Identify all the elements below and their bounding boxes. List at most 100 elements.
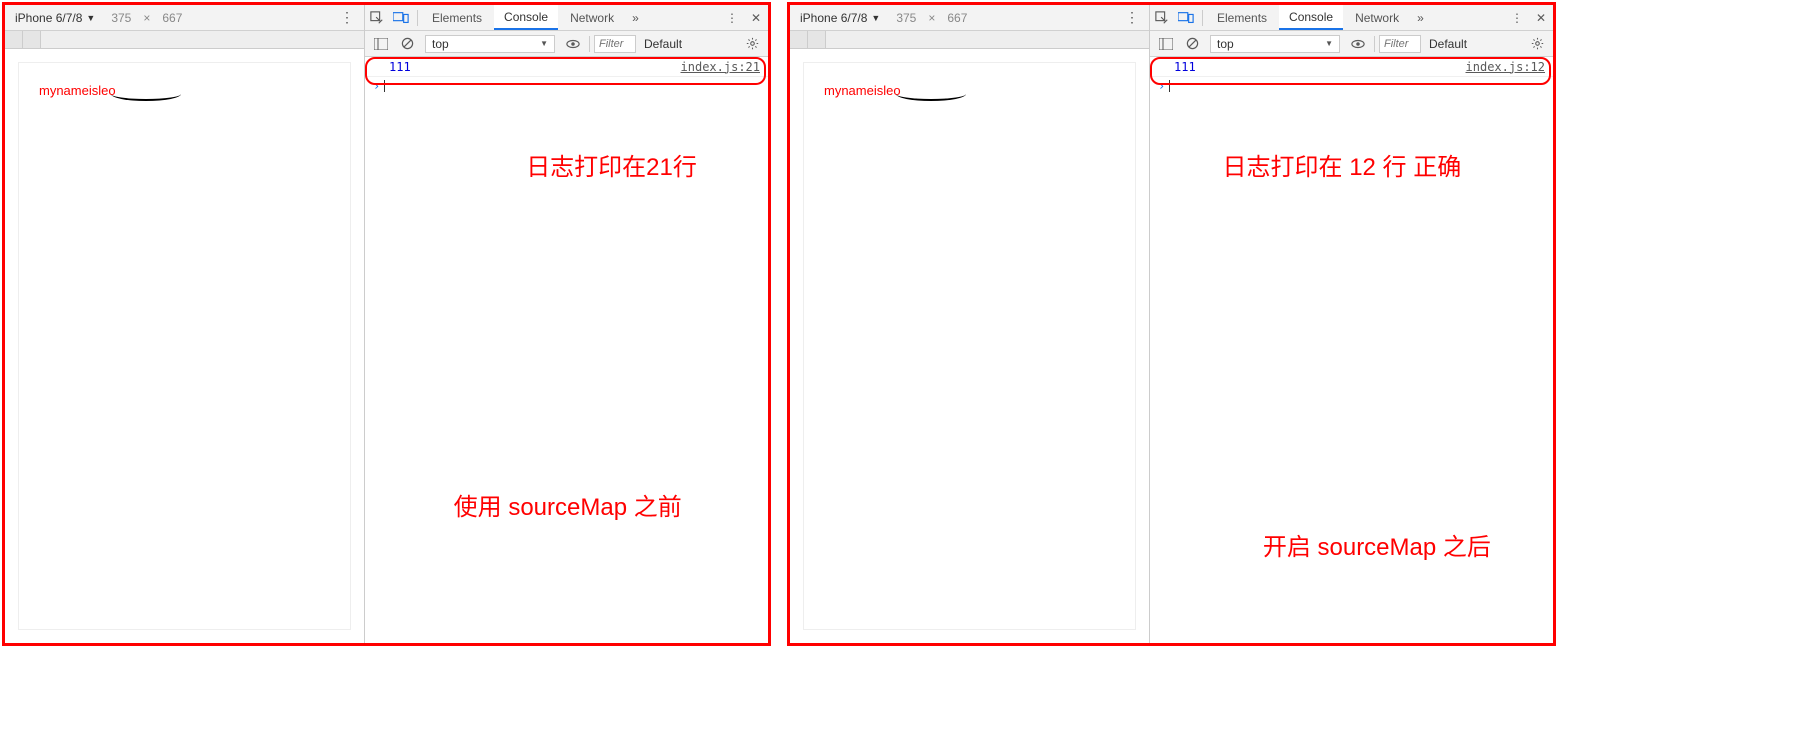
devtools-header: Elements Console Network » ⋮ ✕ <box>1150 5 1553 31</box>
separator <box>1374 36 1375 52</box>
device-name: iPhone 6/7/8 <box>15 11 82 25</box>
device-preview-pane: iPhone 6/7/8 ▼ 375 × 667 ⋮ mynameisleo <box>5 5 365 643</box>
log-source-link[interactable]: index.js:21 <box>681 60 760 74</box>
console-toolbar: top ▼ Default <box>1150 31 1553 57</box>
tab-network[interactable]: Network <box>560 5 624 30</box>
console-output: 111 index.js:12 › 日志打印在 12 行 正确 开启 sourc… <box>1150 57 1553 643</box>
close-icon[interactable]: ✕ <box>1529 7 1553 29</box>
context-value: top <box>432 37 449 51</box>
annotation-caption: 开启 sourceMap 之后 <box>1263 527 1491 562</box>
tab-elements[interactable]: Elements <box>422 5 492 30</box>
devtools-header-right: ⋮ ✕ <box>1505 7 1553 29</box>
annotation-log-line: 日志打印在 12 行 正确 <box>1223 147 1462 182</box>
tab-console[interactable]: Console <box>494 5 558 30</box>
tab-stub[interactable] <box>5 31 23 48</box>
console-toolbar: top ▼ Default <box>365 31 768 57</box>
viewport-width[interactable]: 375 <box>107 11 135 25</box>
viewport-height[interactable]: 667 <box>943 11 971 25</box>
device-select[interactable]: iPhone 6/7/8 ▼ <box>794 11 886 25</box>
console-output: 111 index.js:21 › 日志打印在21行 使用 sourceMap … <box>365 57 768 643</box>
clear-console-icon[interactable] <box>395 33 419 55</box>
browser-tab-strip <box>5 31 364 49</box>
sidebar-toggle-icon[interactable] <box>1154 33 1178 55</box>
kebab-menu-icon[interactable]: ⋮ <box>1119 9 1145 26</box>
page-graphic <box>111 87 181 101</box>
device-preview-pane: iPhone 6/7/8 ▼ 375 × 667 ⋮ mynameisleo <box>790 5 1150 643</box>
kebab-menu-icon[interactable]: ⋮ <box>334 9 360 26</box>
kebab-menu-icon[interactable]: ⋮ <box>720 7 744 29</box>
device-toolbar: iPhone 6/7/8 ▼ 375 × 667 ⋮ <box>790 5 1149 31</box>
browser-tab-strip <box>790 31 1149 49</box>
device-toggle-icon[interactable] <box>1174 7 1198 29</box>
dropdown-icon: ▼ <box>86 13 95 23</box>
dropdown-icon: ▼ <box>871 13 880 23</box>
dimension-separator: × <box>141 11 152 25</box>
settings-icon[interactable] <box>1525 33 1549 55</box>
devtools-wrapper: iPhone 6/7/8 ▼ 375 × 667 ⋮ mynameisleo <box>790 5 1553 643</box>
more-tabs-icon[interactable]: » <box>626 11 645 25</box>
more-tabs-icon[interactable]: » <box>1411 11 1430 25</box>
prompt-icon: › <box>1158 79 1169 93</box>
console-log-row: 111 index.js:21 <box>365 57 768 77</box>
context-select[interactable]: top ▼ <box>1210 35 1340 53</box>
kebab-menu-icon[interactable]: ⋮ <box>1505 7 1529 29</box>
log-message: 111 <box>373 60 411 74</box>
live-expression-icon[interactable] <box>561 33 585 55</box>
inspect-icon[interactable] <box>1150 7 1174 29</box>
log-level-select[interactable]: Default <box>638 37 688 51</box>
tab-stub[interactable] <box>790 31 808 48</box>
sidebar-toggle-icon[interactable] <box>369 33 393 55</box>
viewport-height[interactable]: 667 <box>158 11 186 25</box>
devtools-tabs: Elements Console Network » <box>1207 5 1430 30</box>
console-prompt[interactable]: › <box>365 77 768 95</box>
filter-input[interactable] <box>1379 35 1421 53</box>
tab-stub[interactable] <box>808 31 826 48</box>
inspect-icon[interactable] <box>365 7 389 29</box>
dropdown-icon: ▼ <box>540 39 548 48</box>
live-expression-icon[interactable] <box>1346 33 1370 55</box>
page-graphic <box>896 87 966 101</box>
tab-network[interactable]: Network <box>1345 5 1409 30</box>
cursor <box>384 80 385 92</box>
context-value: top <box>1217 37 1234 51</box>
close-icon[interactable]: ✕ <box>744 7 768 29</box>
device-name: iPhone 6/7/8 <box>800 11 867 25</box>
devtools-wrapper: iPhone 6/7/8 ▼ 375 × 667 ⋮ mynameisleo <box>5 5 768 643</box>
annotation-log-line: 日志打印在21行 <box>526 147 697 182</box>
device-toolbar: iPhone 6/7/8 ▼ 375 × 667 ⋮ <box>5 5 364 31</box>
devtools-pane: Elements Console Network » ⋮ ✕ t <box>1150 5 1553 643</box>
panel-before: iPhone 6/7/8 ▼ 375 × 667 ⋮ mynameisleo <box>2 2 771 646</box>
tab-stub[interactable] <box>23 31 41 48</box>
console-log-row: 111 index.js:12 <box>1150 57 1553 77</box>
tab-elements[interactable]: Elements <box>1207 5 1277 30</box>
tab-console[interactable]: Console <box>1279 5 1343 30</box>
device-viewport: mynameisleo <box>19 63 350 629</box>
settings-icon[interactable] <box>740 33 764 55</box>
log-message: 111 <box>1158 60 1196 74</box>
devtools-pane: Elements Console Network » ⋮ ✕ t <box>365 5 768 643</box>
separator <box>417 10 418 26</box>
filter-input[interactable] <box>594 35 636 53</box>
separator <box>589 36 590 52</box>
separator <box>1202 10 1203 26</box>
devtools-header: Elements Console Network » ⋮ ✕ <box>365 5 768 31</box>
page-text: mynameisleo <box>824 83 901 98</box>
devtools-tabs: Elements Console Network » <box>422 5 645 30</box>
viewport-width[interactable]: 375 <box>892 11 920 25</box>
clear-console-icon[interactable] <box>1180 33 1204 55</box>
page-text: mynameisleo <box>39 83 116 98</box>
context-select[interactable]: top ▼ <box>425 35 555 53</box>
console-prompt[interactable]: › <box>1150 77 1553 95</box>
device-toggle-icon[interactable] <box>389 7 413 29</box>
dimension-separator: × <box>926 11 937 25</box>
device-viewport: mynameisleo <box>804 63 1135 629</box>
device-select[interactable]: iPhone 6/7/8 ▼ <box>9 11 101 25</box>
log-level-select[interactable]: Default <box>1423 37 1473 51</box>
devtools-header-right: ⋮ ✕ <box>720 7 768 29</box>
dropdown-icon: ▼ <box>1325 39 1333 48</box>
cursor <box>1169 80 1170 92</box>
prompt-icon: › <box>373 79 384 93</box>
panel-after: iPhone 6/7/8 ▼ 375 × 667 ⋮ mynameisleo <box>787 2 1556 646</box>
annotation-caption: 使用 sourceMap 之前 <box>454 487 682 522</box>
log-source-link[interactable]: index.js:12 <box>1466 60 1545 74</box>
